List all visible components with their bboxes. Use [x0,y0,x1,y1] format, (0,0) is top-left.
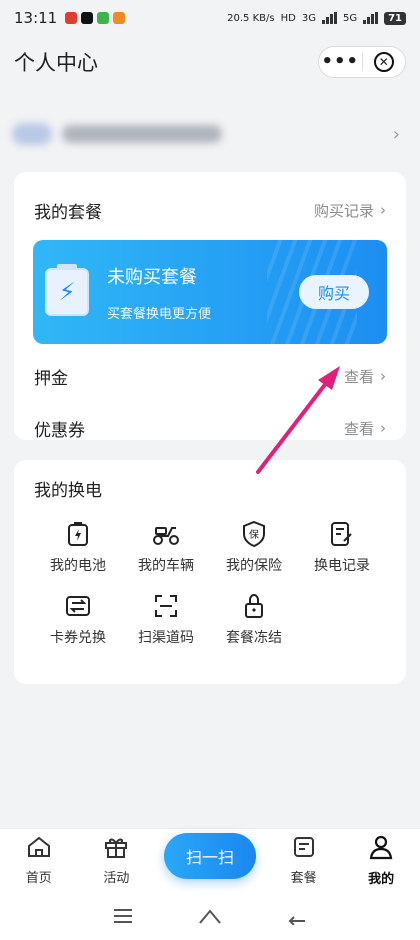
grid-item-scan-channel-code[interactable]: 扫渠道码 [122,591,210,647]
scan-frame-icon [151,591,181,621]
purchase-history-label: 购买记录 [313,201,374,220]
no-plan-banner: ⚡ 未购买套餐 买套餐换电更方便 购买 [33,240,387,344]
grid-label: 套餐冻结 [226,630,282,646]
plan-header-row: 我的套餐 购买记录 › [34,184,386,236]
home-nav-icon[interactable] [196,902,224,930]
plan-title: 我的套餐 [34,202,102,223]
grid-label: 我的保险 [226,558,282,574]
insurance-shield-icon: 保 [239,519,269,549]
deposit-view-link[interactable]: 查看 › [344,366,386,387]
battery-swap-card: 我的换电 我的电池 我的车辆 保 我的保险 换电记录 卡券兑换 扫渠道码 套餐冻… [14,460,406,684]
exchange-icon [63,591,93,621]
more-button[interactable]: ••• [319,47,362,77]
signal-icon [321,12,337,24]
tab-mine[interactable]: 我的 [351,834,411,887]
record-icon [327,519,357,549]
blurred-username [62,125,222,143]
close-icon: ✕ [373,52,394,72]
chevron-right-icon: › [380,367,386,385]
home-icon [26,835,52,863]
menu-icon[interactable] [109,902,137,930]
banner-subtitle: 买套餐换电更方便 [107,306,212,322]
bottom-tab-bar: 首页 活动 扫一扫 套餐 我的 [0,828,420,892]
close-button[interactable]: ✕ [363,47,406,77]
user-info-row[interactable]: › [0,104,420,164]
tab-label: 首页 [25,871,52,886]
annotation-arrow [256,366,340,474]
tiktok-icon [81,12,94,24]
scan-button[interactable]: 扫一扫 [163,832,256,879]
weibo-icon [113,12,126,24]
gift-icon [103,835,129,863]
package-icon [292,835,316,863]
net-3g: 3G [301,12,316,24]
user-icon [368,834,394,864]
tab-package[interactable]: 套餐 [274,835,334,886]
purchase-history-link[interactable]: 购买记录 › [314,200,386,221]
grid-label: 我的电池 [50,558,106,574]
news-app-icon [65,12,78,24]
grid-label: 换电记录 [314,558,370,574]
wechat-icon [97,12,110,24]
swap-section-title: 我的换电 [34,481,102,501]
hd-badge: HD [280,12,296,24]
blurred-user-info [12,123,222,145]
tab-label: 套餐 [290,871,317,886]
status-time: 13:11 [14,9,58,27]
net-5g: 5G [342,12,358,24]
battery-icon [63,519,93,549]
tab-label: 活动 [103,871,130,886]
battery-illustration-icon: ⚡ [45,264,89,316]
tab-label: 我的 [368,872,395,887]
scooter-icon [151,519,181,549]
grid-item-my-vehicle[interactable]: 我的车辆 [122,519,210,575]
system-nav-bar [0,892,420,940]
chevron-right-icon: › [380,419,386,437]
more-dots-icon: ••• [321,51,359,72]
tab-activity[interactable]: 活动 [86,835,146,886]
battery-indicator: 71 [384,11,406,25]
grid-item-my-battery[interactable]: 我的电池 [34,519,122,575]
deposit-label: 押金 [34,368,68,389]
grid-item-swap-records[interactable]: 换电记录 [298,519,386,575]
grid-item-my-insurance[interactable]: 保 我的保险 [210,519,298,575]
chevron-right-icon: › [392,123,400,145]
avatar [12,123,52,145]
coupon-label: 优惠券 [34,420,85,441]
grid-label: 我的车辆 [138,558,194,574]
net-speed: 20.5 KB/s [227,12,275,24]
swap-grid: 我的电池 我的车辆 保 我的保险 换电记录 卡券兑换 扫渠道码 套餐冻结 [34,519,386,647]
signal-icon-2 [363,12,379,24]
banner-title: 未购买套餐 [107,266,197,288]
status-bar: 13:11 20.5 KB/s HD 3G 5G 71 [0,0,420,36]
back-icon[interactable] [283,902,311,930]
mini-program-capsule: ••• ✕ [318,46,406,78]
svg-text:保: 保 [249,528,259,541]
grid-item-coupon-exchange[interactable]: 卡券兑换 [34,591,122,647]
lock-icon [239,591,269,621]
grid-label: 扫渠道码 [138,630,194,646]
grid-item-plan-freeze[interactable]: 套餐冻结 [210,591,298,647]
tab-home[interactable]: 首页 [9,835,69,886]
buy-button[interactable]: 购买 [299,275,369,309]
page-title: 个人中心 [14,51,98,75]
chevron-right-icon: › [380,201,386,219]
coupon-view-link[interactable]: 查看 › [344,418,386,439]
grid-label: 卡券兑换 [50,630,106,646]
page-header: 个人中心 ••• ✕ [0,36,420,88]
